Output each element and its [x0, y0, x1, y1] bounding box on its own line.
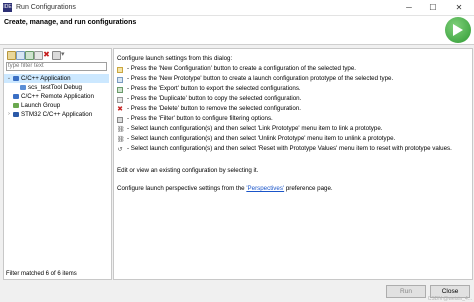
help-item: - Press the 'Filter' button to configure…	[127, 115, 273, 122]
launch-group-icon	[13, 103, 19, 108]
perspective-suffix: preference page.	[284, 185, 333, 192]
filter-input[interactable]	[6, 62, 107, 71]
config-toolbar: ✖ ▾	[4, 49, 111, 60]
export-icon	[117, 87, 123, 93]
tree-item-debug-config[interactable]: scs_testTool Debug	[4, 83, 109, 92]
stm32-icon	[13, 112, 19, 117]
delete-icon[interactable]: ✖	[43, 51, 50, 59]
maximize-button[interactable]: ☐	[424, 0, 442, 15]
intro-text: Configure launch settings from this dial…	[117, 55, 233, 62]
tree-item-label: STM32 C/C++ Application	[21, 111, 93, 118]
close-window-button[interactable]: ✕	[450, 0, 468, 15]
tree-item-label: C/C++ Application	[21, 75, 71, 82]
duplicate-icon[interactable]	[34, 51, 43, 60]
debug-config-icon	[20, 85, 26, 90]
window-title: Run Configurations	[16, 4, 76, 11]
watermark: CSDN @weixin_4...	[427, 296, 472, 302]
help-item: - Press the 'New Prototype' button to cr…	[127, 75, 394, 82]
tree-item-label: Launch Group	[21, 102, 61, 109]
edit-text: Edit or view an existing configuration b…	[117, 167, 259, 174]
help-item: - Select launch configuration(s) and the…	[127, 125, 383, 132]
delete-icon: ✖	[117, 106, 123, 113]
filter-status: Filter matched 6 of 6 items	[6, 271, 77, 277]
perspectives-link[interactable]: 'Perspectives'	[246, 185, 284, 192]
duplicate-icon	[117, 97, 123, 103]
help-item: - Select launch configuration(s) and the…	[127, 135, 396, 142]
tree-item-label: C/C++ Remote Application	[21, 93, 94, 100]
tree-item-stm32-application[interactable]: › STM32 C/C++ Application	[4, 110, 109, 119]
dialog-body: ✖ ▾ ⌄ C/C++ Application scs_testTool Deb…	[0, 45, 474, 282]
unlink-prototype-icon: ⛓	[117, 137, 125, 143]
new-prototype-icon	[117, 77, 123, 83]
tree-item-launch-group[interactable]: Launch Group	[4, 101, 109, 110]
filter-icon	[117, 117, 123, 123]
new-config-icon[interactable]	[7, 51, 16, 60]
c-remote-icon	[13, 94, 19, 99]
tree-item-c-application[interactable]: ⌄ C/C++ Application	[4, 74, 109, 83]
dialog-header: Create, manage, and run configurations	[0, 16, 474, 45]
c-app-icon	[13, 76, 19, 81]
dialog-footer: Run Close CSDN @weixin_4...	[0, 282, 474, 302]
title-bar: IDE Run Configurations ─ ☐ ✕	[0, 0, 474, 16]
help-item: - Select launch configuration(s) and the…	[127, 145, 452, 152]
perspective-text: Configure launch perspective settings fr…	[117, 185, 333, 193]
new-config-icon	[117, 67, 123, 73]
configuration-help-panel: Configure launch settings from this dial…	[113, 48, 473, 280]
help-item: - Press the 'New Configuration' button t…	[127, 65, 357, 72]
export-icon[interactable]	[25, 51, 34, 60]
configuration-list-panel: ✖ ▾ ⌄ C/C++ Application scs_testTool Deb…	[3, 48, 112, 280]
help-item: - Press the 'Delete' button to remove th…	[127, 105, 301, 112]
minimize-button[interactable]: ─	[400, 0, 418, 15]
header-title: Create, manage, and run configurations	[4, 19, 137, 26]
help-item: - Press the 'Export' button to export th…	[127, 85, 301, 92]
eclipse-app-icon: IDE	[3, 3, 12, 12]
help-item: - Press the 'Duplicate' button to copy t…	[127, 95, 302, 102]
new-prototype-icon[interactable]	[16, 51, 25, 60]
run-button[interactable]: Run	[386, 285, 426, 298]
run-banner-icon	[445, 17, 471, 43]
tree-item-c-remote-application[interactable]: C/C++ Remote Application	[4, 92, 109, 101]
link-prototype-icon: ⛓	[117, 127, 125, 133]
reset-prototype-icon: ↺	[117, 147, 123, 153]
chevron-down-icon[interactable]: ⌄	[6, 74, 12, 83]
collapse-all-icon[interactable]: ▾	[61, 51, 68, 58]
tree-item-label: scs_testTool Debug	[28, 84, 82, 91]
perspective-prefix: Configure launch perspective settings fr…	[117, 185, 247, 192]
filter-icon[interactable]	[52, 51, 61, 60]
chevron-right-icon[interactable]: ›	[6, 110, 12, 119]
